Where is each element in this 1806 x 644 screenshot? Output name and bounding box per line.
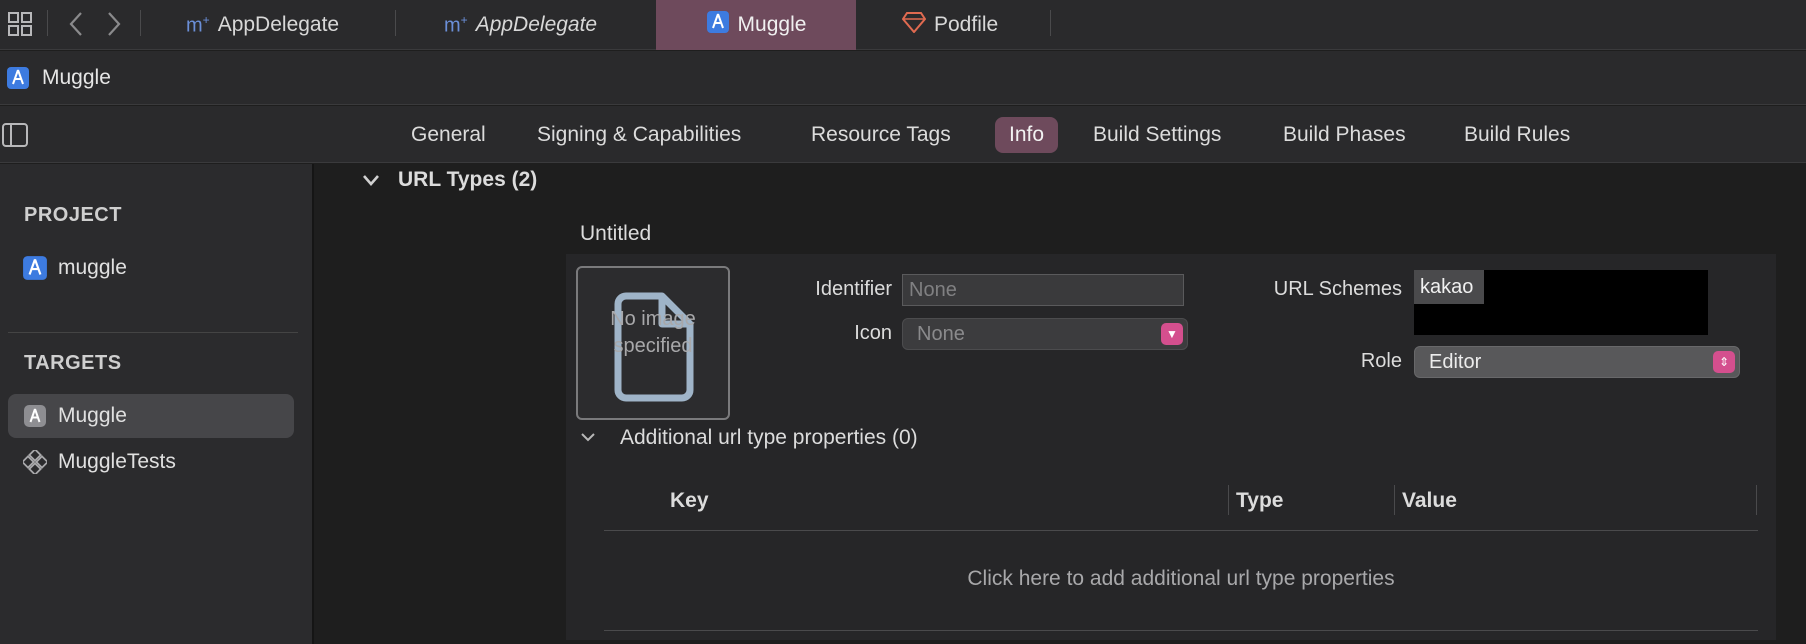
- url-type-entry-title: Untitled: [580, 222, 652, 245]
- image-well[interactable]: No image specified: [576, 266, 730, 420]
- chevron-down-icon: ▼: [1161, 323, 1183, 345]
- icon-label: Icon: [854, 322, 892, 344]
- tab-info[interactable]: Info: [995, 117, 1059, 153]
- file-tab-label: Podfile: [934, 13, 999, 36]
- file-tab-appdelegate-1[interactable]: m+ AppDelegate: [186, 0, 339, 50]
- project-bar: Muggle: [0, 51, 1806, 105]
- sidebar-toggle-icon[interactable]: [2, 123, 28, 152]
- file-tab-label: AppDelegate: [475, 13, 598, 36]
- sidebar-item-muggletests[interactable]: MuggleTests: [8, 440, 294, 484]
- url-types-section-header[interactable]: URL Types (2): [362, 168, 537, 192]
- sidebar-item-label: MuggleTests: [58, 450, 176, 473]
- xcode-project-icon: [22, 255, 48, 281]
- identifier-label: Identifier: [815, 278, 892, 300]
- app-target-icon: [22, 403, 48, 429]
- icon-popup-value: None: [917, 322, 965, 345]
- file-tab-muggle[interactable]: Muggle: [656, 0, 856, 50]
- tab-build-phases[interactable]: Build Phases: [1269, 117, 1420, 153]
- xcode-project-icon: [706, 10, 730, 40]
- sidebar-item-label: muggle: [58, 256, 127, 279]
- role-popup-value: Editor: [1429, 350, 1482, 373]
- file-tab-bar: m+ AppDelegate m+ AppDelegate Muggle Pod…: [0, 0, 1806, 50]
- url-scheme-value[interactable]: kakao: [1414, 270, 1484, 304]
- m-swift-file-icon: m+: [186, 12, 210, 37]
- role-label: Role: [1360, 350, 1402, 372]
- tab-divider: [395, 10, 396, 36]
- file-tab-appdelegate-2[interactable]: m+ AppDelegate: [444, 0, 597, 50]
- project-section-header: PROJECT: [24, 204, 122, 226]
- sidebar-item-muggle-project[interactable]: muggle: [8, 246, 294, 290]
- project-name[interactable]: Muggle: [42, 66, 111, 90]
- chevron-right-icon[interactable]: [100, 10, 128, 38]
- tab-build-rules[interactable]: Build Rules: [1450, 117, 1584, 153]
- sidebar-item-label: Muggle: [58, 404, 127, 427]
- sidebar-item-muggle-target[interactable]: Muggle: [8, 394, 294, 438]
- tab-build-settings[interactable]: Build Settings: [1079, 117, 1235, 153]
- ruby-gem-icon: [901, 11, 927, 39]
- tab-signing-capabilities[interactable]: Signing & Capabilities: [523, 117, 755, 153]
- url-schemes-field[interactable]: kakao: [1414, 270, 1708, 335]
- sidebar-divider: [8, 332, 298, 333]
- chevron-left-icon[interactable]: [62, 10, 90, 38]
- tab-resource-tags[interactable]: Resource Tags: [797, 117, 965, 153]
- chevron-down-icon[interactable]: [580, 429, 596, 447]
- project-navigator-sidebar: PROJECT muggle TARGETS Muggle MuggleTest…: [0, 164, 314, 644]
- chevron-down-icon[interactable]: [362, 170, 380, 191]
- toolbar-divider: [140, 10, 141, 36]
- column-header-key[interactable]: Key: [670, 489, 709, 513]
- file-tab-podfile[interactable]: Podfile: [901, 0, 999, 50]
- column-divider: [1228, 485, 1229, 515]
- additional-properties-table: Key Type Value Click here to add additio…: [604, 471, 1758, 631]
- icon-popup[interactable]: None ▼: [902, 318, 1188, 350]
- column-divider: [1756, 485, 1757, 515]
- table-bottom-border: [604, 630, 1758, 631]
- identifier-field[interactable]: [902, 274, 1184, 306]
- table-header: Key Type Value: [604, 471, 1758, 531]
- targets-section-header: TARGETS: [24, 352, 122, 374]
- up-down-chevron-icon: ⇕: [1713, 351, 1735, 373]
- column-header-value[interactable]: Value: [1402, 489, 1457, 513]
- role-popup[interactable]: Editor ⇕: [1414, 346, 1740, 378]
- grid-icon[interactable]: [6, 10, 34, 38]
- additional-properties-header[interactable]: Additional url type properties (0): [580, 426, 918, 450]
- editor-tab-bar: General Signing & Capabilities Resource …: [0, 106, 1806, 163]
- test-bundle-icon: [22, 449, 48, 475]
- url-schemes-label: URL Schemes: [1273, 278, 1402, 300]
- add-property-hint[interactable]: Click here to add additional url type pr…: [604, 567, 1758, 591]
- file-tab-label: AppDelegate: [217, 13, 340, 36]
- xcode-project-icon: [6, 66, 30, 90]
- m-swift-file-icon: m+: [444, 12, 468, 37]
- tab-general[interactable]: General: [397, 117, 500, 153]
- file-tab-label: Muggle: [737, 13, 807, 36]
- tab-divider: [1050, 10, 1051, 36]
- section-title-label: URL Types (2): [398, 168, 538, 191]
- column-header-type[interactable]: Type: [1236, 489, 1283, 513]
- toolbar-divider: [47, 10, 48, 36]
- column-divider: [1394, 485, 1395, 515]
- additional-properties-title: Additional url type properties (0): [620, 426, 918, 449]
- info-editor: URL Types (2) Untitled No image specifie…: [316, 164, 1806, 644]
- no-image-text: No image specified: [610, 308, 696, 357]
